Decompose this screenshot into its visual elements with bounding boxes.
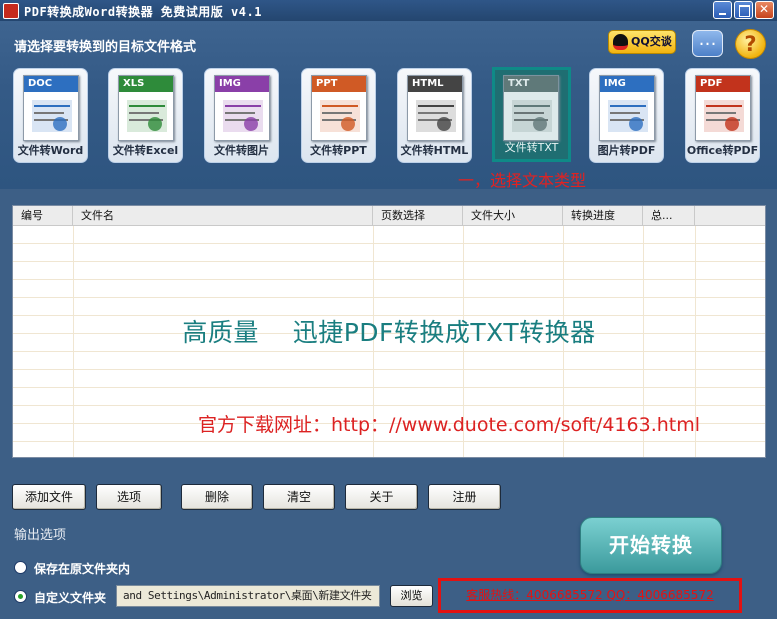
delete-button[interactable]: 删除 — [181, 484, 253, 510]
start-convert-button[interactable]: 开始转换 — [580, 517, 722, 574]
tool-tag: HTML — [408, 76, 462, 92]
about-button[interactable]: 关于 — [345, 484, 418, 510]
chat-bubble-icon: … — [698, 29, 717, 50]
tool-label: Office转PDF — [686, 144, 759, 157]
add-file-button[interactable]: 添加文件 — [12, 484, 86, 510]
output-path-field[interactable]: and Settings\Administrator\桌面\新建文件夹 — [116, 585, 380, 607]
tool-art — [30, 98, 74, 134]
tool-art — [606, 98, 650, 134]
qq-chat-button[interactable]: QQ交谈 — [608, 30, 676, 54]
custom-folder-radio[interactable] — [14, 590, 27, 603]
tool-art — [414, 98, 458, 134]
tool-文件转Word[interactable]: DOC 文件转Word — [13, 68, 88, 163]
html-globe-icon: HTML — [407, 75, 463, 141]
tool-文件转HTML[interactable]: HTML 文件转HTML — [397, 68, 472, 163]
options-button[interactable]: 选项 — [96, 484, 162, 510]
title-bar: PDF转换成Word转换器 免费试用版 v4.1 — [0, 0, 777, 21]
table-header: 编号 文件名 页数选择 文件大小 转换进度 总... — [13, 206, 765, 226]
tool-文件转图片[interactable]: IMG 文件转图片 — [204, 68, 279, 163]
tool-文件转PPT[interactable]: PPT 文件转PPT — [301, 68, 376, 163]
picture-icon: IMG — [599, 75, 655, 141]
file-table[interactable]: 编号 文件名 页数选择 文件大小 转换进度 总... 高质量 迅捷PDF转换成TXT转换器… — [12, 205, 766, 458]
tool-tag: DOC — [24, 76, 78, 92]
image-icon: IMG — [214, 75, 270, 141]
tool-label: 文件转图片 — [214, 144, 269, 157]
select-type-annotation: 一，选择文本类型 — [458, 171, 587, 190]
column-header[interactable]: 文件名 — [73, 206, 373, 226]
watermark-title: 高质量 迅捷PDF转换成TXT转换器 — [13, 313, 765, 349]
word-doc-icon: DOC — [23, 75, 79, 141]
tool-art — [221, 98, 265, 134]
register-button[interactable]: 注册 — [428, 484, 501, 510]
tool-tag: IMG — [215, 76, 269, 92]
minimize-button[interactable] — [713, 1, 732, 19]
tool-label: 文件转HTML — [400, 144, 469, 157]
browse-button[interactable]: 浏览 — [390, 585, 433, 607]
watermark-quality: 高质量 — [182, 318, 259, 347]
column-header[interactable]: 转换进度 — [563, 206, 643, 226]
custom-folder-label: 自定义文件夹 — [34, 591, 107, 605]
table-row — [13, 442, 765, 457]
table-row — [13, 388, 765, 406]
save-original-radio[interactable] — [14, 561, 27, 574]
tool-label: 文件转PPT — [310, 144, 367, 157]
table-row — [13, 244, 765, 262]
pdf-acrobat-icon: PDF — [695, 75, 751, 141]
tool-label: 图片转PDF — [597, 144, 656, 157]
qq-chat-label: QQ交谈 — [631, 35, 672, 48]
support-hotline-link[interactable]: 客服热线：4006685572 QQ：4006685572 — [438, 578, 742, 613]
help-button[interactable]: ? — [735, 29, 766, 59]
column-header[interactable]: 页数选择 — [373, 206, 463, 226]
txt-check-icon: TXT — [503, 75, 559, 141]
tool-art — [702, 98, 746, 134]
maximize-button[interactable] — [734, 1, 753, 19]
help-icon: ? — [744, 32, 757, 56]
output-options-label: 输出选项 — [14, 528, 67, 543]
tool-label: 文件转Word — [17, 144, 84, 157]
tool-tag: XLS — [119, 76, 173, 92]
column-header[interactable]: 总... — [643, 206, 695, 226]
tool-文件转TXT[interactable]: TXT 文件转TXT — [492, 67, 571, 162]
ppt-icon: PPT — [311, 75, 367, 141]
format-header: 请选择要转换到的目标文件格式 QQ交谈 … ? DOC 文件转Word XLS 文件转… — [0, 21, 777, 190]
tool-art — [318, 98, 362, 134]
tool-art — [510, 98, 554, 134]
qq-penguin-icon — [613, 34, 628, 50]
tool-图片转PDF[interactable]: IMG 图片转PDF — [589, 68, 664, 163]
table-row — [13, 280, 765, 298]
tool-tag: PDF — [696, 76, 750, 92]
table-row — [13, 370, 765, 388]
window-title: PDF转换成Word转换器 免费试用版 v4.1 — [24, 5, 262, 19]
close-button[interactable] — [755, 1, 774, 19]
tool-tag: PPT — [312, 76, 366, 92]
app-icon — [3, 3, 19, 19]
excel-chart-icon: XLS — [118, 75, 174, 141]
tool-tag: TXT — [504, 76, 558, 92]
column-header[interactable]: 编号 — [13, 206, 73, 226]
tool-art — [125, 98, 169, 134]
tool-label: 文件转TXT — [504, 141, 559, 154]
table-row — [13, 352, 765, 370]
tool-tag: IMG — [600, 76, 654, 92]
tool-Office转PDF[interactable]: PDF Office转PDF — [685, 68, 760, 163]
save-original-label: 保存在原文件夹内 — [34, 562, 131, 576]
watermark-product: 迅捷PDF转换成TXT转换器 — [292, 318, 596, 347]
format-prompt: 请选择要转换到的目标文件格式 — [14, 40, 197, 55]
tool-label: 文件转Excel — [112, 144, 179, 157]
table-row — [13, 226, 765, 244]
table-row — [13, 262, 765, 280]
tool-文件转Excel[interactable]: XLS 文件转Excel — [108, 68, 183, 163]
clear-button[interactable]: 清空 — [263, 484, 335, 510]
chat-bubble-button[interactable]: … — [692, 30, 723, 57]
column-header[interactable]: 文件大小 — [463, 206, 563, 226]
download-url-text: 官方下载网址：http：//www.duote.com/soft/4163.ht… — [198, 414, 701, 436]
